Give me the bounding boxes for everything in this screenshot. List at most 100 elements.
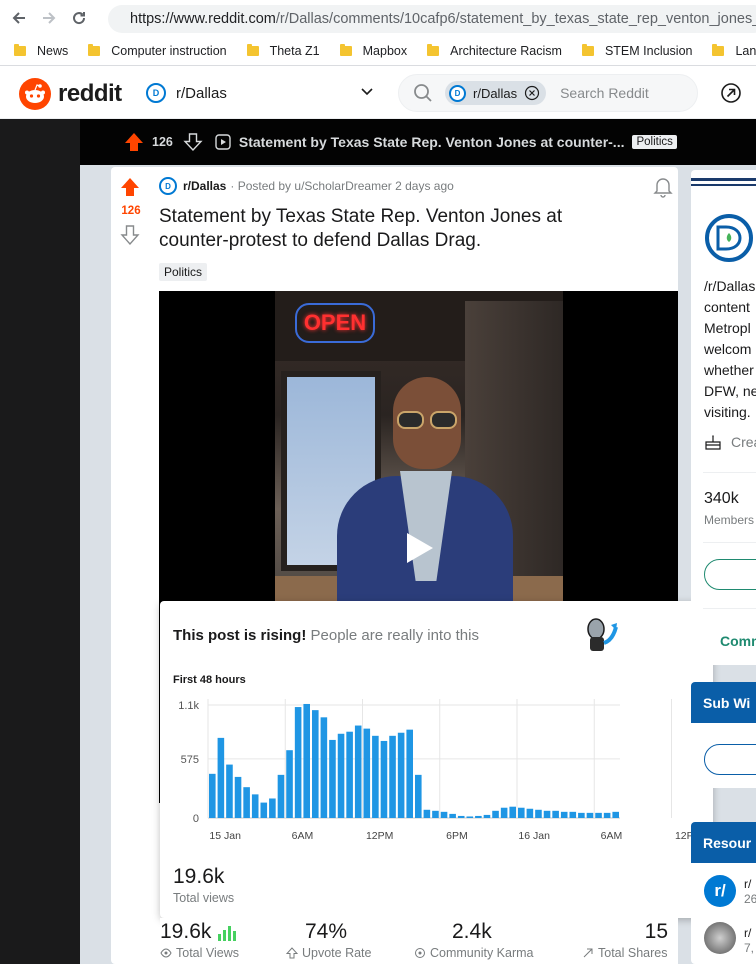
bookmark-label: STEM Inclusion — [604, 43, 693, 58]
x-tick-label: 6AM — [292, 830, 314, 842]
chart-bar — [440, 811, 448, 818]
bookmarks-bar: News Computer instruction Theta Z1 Mapbox Ar… — [0, 36, 756, 66]
bookmark-item[interactable]: Architecture Racism — [427, 43, 562, 58]
forward-button[interactable] — [34, 0, 64, 36]
chart-bar — [286, 750, 293, 818]
about-line: DFW, ne — [704, 383, 756, 399]
folder-icon — [581, 43, 594, 56]
chart-bar — [337, 733, 345, 818]
chart-bar — [449, 813, 456, 818]
resource-avatar[interactable]: r/ — [704, 875, 736, 907]
chevron-down-icon — [361, 88, 373, 96]
y-tick-label: 1.1k — [178, 700, 199, 712]
search-bar[interactable]: D r/Dallas Search Reddit — [398, 74, 698, 112]
chart-bar — [226, 764, 233, 818]
dallas-community-icon: D — [159, 177, 177, 195]
top-bar-score: 126 — [152, 135, 173, 149]
chart-bar — [578, 812, 585, 818]
upvote-outline-icon — [286, 947, 298, 959]
bookmark-item[interactable]: STEM Inclusion — [581, 43, 693, 58]
bookmark-item[interactable]: News — [14, 43, 69, 58]
folder-icon — [427, 43, 440, 56]
bookmark-label: Architecture Racism — [450, 43, 562, 58]
dallas-community-icon: D — [146, 83, 166, 103]
community-options-button[interactable]: Comm — [720, 633, 756, 649]
bookmark-item[interactable]: Landscapes — [712, 43, 756, 58]
community-selector[interactable]: D r/Dallas — [146, 83, 374, 103]
post-page: 126 D r/Dallas · Posted by u/ScholarDrea… — [80, 165, 756, 964]
downvote-icon[interactable] — [183, 132, 203, 152]
rising-headline: This post is rising! People are really i… — [173, 627, 479, 644]
resource-item[interactable]: r/ 26 — [744, 877, 756, 907]
chart-bar — [354, 725, 362, 818]
chart-bar — [552, 810, 559, 818]
bookmark-label: Mapbox — [362, 43, 408, 58]
bookmark-item[interactable]: Mapbox — [339, 43, 408, 58]
post-stats-row: 19.6k Total Views 74% Upvote Rate 2.4k C… — [160, 918, 678, 964]
stat-total-views: 19.6k Total Views — [160, 920, 239, 960]
bookmark-label: Landscapes — [735, 43, 756, 58]
stat-value: 15 — [644, 920, 668, 943]
post-title: Statement by Texas State Rep. Venton Jon… — [159, 205, 562, 253]
snoo-icon — [19, 78, 51, 110]
folder-icon — [246, 43, 259, 56]
upvote-icon[interactable] — [124, 132, 144, 152]
karma-icon — [415, 948, 425, 958]
y-tick-label: 0 — [193, 813, 199, 825]
created-label: Crea — [731, 434, 756, 450]
arrow-right-icon — [43, 12, 56, 24]
total-views-label: Total views — [173, 891, 235, 905]
top-bar-title[interactable]: Statement by Texas State Rep. Venton Jon… — [239, 134, 625, 150]
stat-upvote-rate: 74% Upvote Rate — [286, 920, 371, 960]
chart-bar — [406, 729, 413, 818]
search-community-chip[interactable]: D r/Dallas — [445, 81, 547, 105]
x-tick-label: 6AM — [601, 830, 623, 842]
bell-icon[interactable] — [653, 176, 673, 198]
post-meta: · Posted by u/ScholarDreamer 2 days ago — [230, 179, 454, 193]
downvote-icon[interactable] — [120, 224, 140, 246]
back-button[interactable] — [4, 0, 34, 36]
play-icon[interactable] — [405, 531, 435, 565]
close-circle-icon[interactable] — [524, 85, 540, 101]
bar-chart-icon — [218, 926, 237, 941]
stat-value: 19.6k — [160, 920, 212, 943]
wiki-button[interactable] — [704, 744, 756, 775]
rising-insights-card: This post is rising! People are really i… — [160, 601, 713, 918]
top-bar-flair: Politics — [632, 135, 677, 149]
popular-button[interactable] — [720, 82, 742, 109]
search-chip-label: r/Dallas — [473, 85, 518, 101]
chart-bar — [209, 773, 216, 818]
address-bar[interactable]: https://www.reddit.com/r/Dallas/comments… — [108, 5, 756, 33]
join-button[interactable] — [704, 559, 756, 590]
chart-bar — [277, 774, 285, 818]
about-text: /r/Dallas content Metropl welcom whether… — [704, 276, 756, 423]
sub-wiki-card: Sub Wi — [691, 682, 756, 788]
bookmark-label: News — [37, 43, 69, 58]
bookmark-item[interactable]: Theta Z1 — [246, 43, 320, 58]
rising-mascot-icon — [587, 618, 618, 651]
resource-avatar[interactable] — [704, 922, 736, 954]
x-tick-label: 6PM — [446, 830, 468, 842]
chart-bar — [569, 811, 577, 818]
chart-bar — [217, 737, 225, 818]
chart-bar — [389, 735, 396, 818]
about-community-card: /r/Dallas content Metropl welcom whether… — [691, 170, 756, 665]
stat-community-karma: 2.4k Community Karma — [414, 920, 534, 960]
arrow-left-icon — [12, 12, 25, 24]
reddit-logo[interactable]: reddit — [19, 78, 122, 110]
upvote-icon[interactable] — [120, 177, 140, 197]
about-line: Metropl — [704, 320, 751, 336]
stat-value: 74% — [305, 920, 348, 943]
chart-bar — [535, 809, 542, 818]
browser-toolbar: https://www.reddit.com/r/Dallas/comments… — [0, 0, 756, 36]
resource-item[interactable]: r/ 7, — [744, 926, 754, 956]
bookmark-item[interactable]: Computer instruction — [88, 43, 227, 58]
stat-label: Upvote Rate — [302, 946, 372, 960]
post-subreddit-link[interactable]: r/Dallas — [183, 179, 226, 193]
chart-bar — [294, 707, 302, 818]
url-path: /r/Dallas/comments/10cafp6/statement_by_… — [275, 11, 756, 27]
post-top-bar: 126 Statement by Texas State Rep. Venton… — [80, 119, 756, 165]
created-row: Crea — [704, 434, 756, 450]
about-line: visiting. — [704, 404, 751, 420]
reload-button[interactable] — [64, 0, 94, 36]
